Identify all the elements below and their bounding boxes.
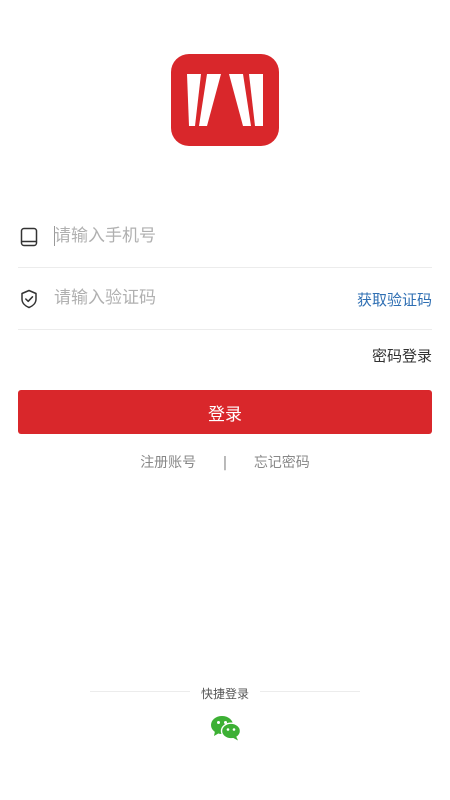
shield-icon	[20, 289, 38, 309]
password-login-link[interactable]: 密码登录	[372, 345, 432, 366]
quick-login-divider: 快捷登录	[90, 683, 360, 701]
wechat-icon[interactable]	[210, 714, 242, 742]
app-logo	[171, 54, 279, 146]
login-button[interactable]: 登录	[18, 390, 432, 434]
quick-login-label: 快捷登录	[200, 687, 249, 701]
code-row: 获取验证码	[18, 268, 432, 330]
register-link[interactable]: 注册账号	[140, 455, 196, 471]
phone-input[interactable]	[54, 220, 334, 252]
phone-icon	[20, 227, 38, 247]
divider-line-left	[90, 691, 190, 692]
phone-row	[18, 206, 432, 268]
account-links: 注册账号 | 忘记密码	[0, 452, 450, 472]
app-logo-icon	[171, 54, 279, 146]
divider-line-right	[260, 691, 360, 692]
link-separator: |	[222, 455, 228, 471]
forgot-password-link[interactable]: 忘记密码	[254, 455, 310, 471]
verification-code-input[interactable]	[54, 282, 334, 314]
get-code-button[interactable]: 获取验证码	[357, 289, 432, 310]
